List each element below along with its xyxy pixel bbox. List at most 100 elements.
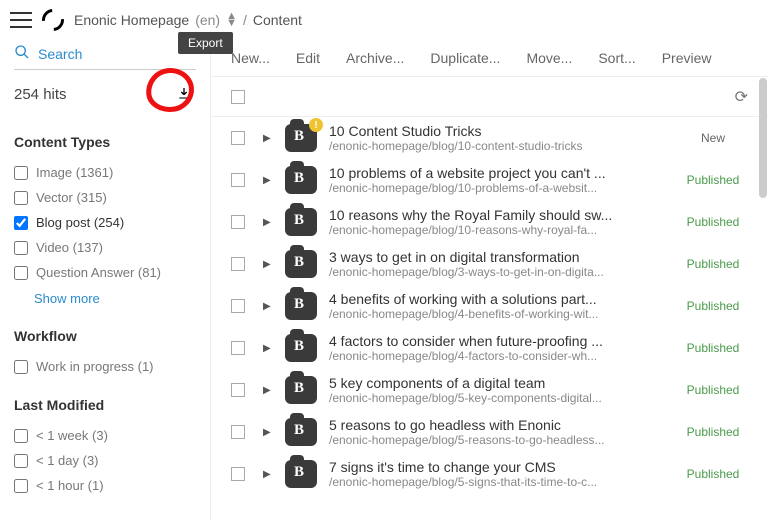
content-type-icon: B: [285, 334, 317, 362]
expand-icon[interactable]: ▶: [263, 427, 273, 438]
facet-checkbox[interactable]: [14, 166, 28, 180]
row-checkbox[interactable]: [231, 299, 245, 313]
table-row[interactable]: ▶ B 4 benefits of working with a solutio…: [211, 285, 768, 327]
facet-item[interactable]: Video (137): [14, 235, 196, 260]
facet-checkbox[interactable]: [14, 191, 28, 205]
export-tooltip: Export: [178, 40, 210, 54]
facet-checkbox[interactable]: [14, 429, 28, 443]
facet-checkbox[interactable]: [14, 360, 28, 374]
expand-icon[interactable]: ▶: [263, 259, 273, 270]
facet-item[interactable]: < 1 week (3): [14, 423, 196, 448]
select-all-checkbox[interactable]: [231, 90, 245, 104]
facet-item[interactable]: Work in progress (1): [14, 354, 196, 379]
list-header: ⟳: [211, 77, 768, 117]
sidebar: ✕ 254 hits Export Content Types Image (1…: [0, 40, 210, 520]
row-path: /enonic-homepage/blog/5-key-components-d…: [329, 391, 666, 405]
sort-button[interactable]: Sort...: [598, 50, 635, 66]
table-row[interactable]: ▶ B 7 signs it's time to change your CMS…: [211, 453, 768, 495]
row-path: /enonic-homepage/blog/10-content-studio-…: [329, 139, 666, 153]
row-checkbox[interactable]: [231, 425, 245, 439]
row-text: 3 ways to get in on digital transformati…: [329, 249, 666, 279]
facet-item[interactable]: Question Answer (81): [14, 260, 196, 285]
content-type-icon: B: [285, 208, 317, 236]
row-text: 10 Content Studio Tricks /enonic-homepag…: [329, 123, 666, 153]
status-badge: Published: [678, 299, 748, 313]
row-path: /enonic-homepage/blog/3-ways-to-get-in-o…: [329, 265, 666, 279]
content-type-icon: B: [285, 418, 317, 446]
menu-icon[interactable]: [10, 12, 32, 28]
facet-item[interactable]: Vector (315): [14, 185, 196, 210]
row-path: /enonic-homepage/blog/5-reasons-to-go-he…: [329, 433, 666, 447]
facet-label: < 1 hour (1): [36, 478, 104, 493]
table-row[interactable]: ▶ B 10 problems of a website project you…: [211, 159, 768, 201]
section-name[interactable]: Content: [253, 12, 302, 28]
expand-icon[interactable]: ▶: [263, 385, 273, 396]
expand-icon[interactable]: ▶: [263, 175, 273, 186]
export-button[interactable]: [172, 82, 196, 106]
status-badge: Published: [678, 173, 748, 187]
facet-item[interactable]: < 1 day (3): [14, 448, 196, 473]
preview-button[interactable]: Preview: [662, 50, 712, 66]
table-row[interactable]: ▶ B! 10 Content Studio Tricks /enonic-ho…: [211, 117, 768, 159]
facet-label: < 1 week (3): [36, 428, 108, 443]
row-checkbox[interactable]: [231, 257, 245, 271]
content-type-icon: B: [285, 376, 317, 404]
expand-icon[interactable]: ▶: [263, 343, 273, 354]
facet-checkbox[interactable]: [14, 479, 28, 493]
facet-label: Vector (315): [36, 190, 107, 205]
row-text: 10 reasons why the Royal Family should s…: [329, 207, 666, 237]
project-name[interactable]: Enonic Homepage: [74, 12, 189, 28]
table-row[interactable]: ▶ B 4 factors to consider when future-pr…: [211, 327, 768, 369]
row-path: /enonic-homepage/blog/5-signs-that-its-t…: [329, 475, 666, 489]
table-row[interactable]: ▶ B 10 reasons why the Royal Family shou…: [211, 201, 768, 243]
search-field[interactable]: ✕: [14, 40, 196, 70]
row-title: 10 reasons why the Royal Family should s…: [329, 207, 666, 223]
row-checkbox[interactable]: [231, 173, 245, 187]
toolbar: New... Edit Archive... Duplicate... Move…: [211, 40, 768, 77]
row-text: 7 signs it's time to change your CMS /en…: [329, 459, 666, 489]
move-button[interactable]: Move...: [526, 50, 572, 66]
facet-checkbox[interactable]: [14, 454, 28, 468]
row-path: /enonic-homepage/blog/4-benefits-of-work…: [329, 307, 666, 321]
row-title: 4 benefits of working with a solutions p…: [329, 291, 666, 307]
facet-checkbox[interactable]: [14, 216, 28, 230]
expand-icon[interactable]: ▶: [263, 301, 273, 312]
archive-button[interactable]: Archive...: [346, 50, 404, 66]
table-row[interactable]: ▶ B 5 reasons to go headless with Enonic…: [211, 411, 768, 453]
row-title: 5 key components of a digital team: [329, 375, 666, 391]
row-checkbox[interactable]: [231, 383, 245, 397]
row-checkbox[interactable]: [231, 467, 245, 481]
new-button[interactable]: New...: [231, 50, 270, 66]
facet-item[interactable]: < 1 hour (1): [14, 473, 196, 498]
facet-label: Image (1361): [36, 165, 113, 180]
facet-label: Video (137): [36, 240, 103, 255]
status-badge: Published: [678, 383, 748, 397]
show-more-link[interactable]: Show more: [14, 285, 196, 310]
facet-checkbox[interactable]: [14, 241, 28, 255]
edit-button[interactable]: Edit: [296, 50, 320, 66]
duplicate-button[interactable]: Duplicate...: [430, 50, 500, 66]
facet-label: < 1 day (3): [36, 453, 99, 468]
row-checkbox[interactable]: [231, 341, 245, 355]
table-row[interactable]: ▶ B 5 key components of a digital team /…: [211, 369, 768, 411]
facet-item[interactable]: Image (1361): [14, 160, 196, 185]
expand-icon[interactable]: ▶: [263, 133, 273, 144]
expand-icon[interactable]: ▶: [263, 469, 273, 480]
refresh-icon[interactable]: ⟳: [735, 87, 748, 107]
facet-checkbox[interactable]: [14, 266, 28, 280]
status-badge: Published: [678, 215, 748, 229]
row-title: 7 signs it's time to change your CMS: [329, 459, 666, 475]
status-badge: Published: [678, 425, 748, 439]
scrollbar[interactable]: [758, 78, 768, 520]
project-switcher-icon[interactable]: ▲▼: [226, 13, 237, 27]
facet-label: Question Answer (81): [36, 265, 161, 280]
row-text: 4 factors to consider when future-proofi…: [329, 333, 666, 363]
status-badge: Published: [678, 341, 748, 355]
row-checkbox[interactable]: [231, 215, 245, 229]
expand-icon[interactable]: ▶: [263, 217, 273, 228]
table-row[interactable]: ▶ B 3 ways to get in on digital transfor…: [211, 243, 768, 285]
content-list: ▶ B! 10 Content Studio Tricks /enonic-ho…: [211, 117, 768, 520]
facet-item[interactable]: Blog post (254): [14, 210, 196, 235]
row-checkbox[interactable]: [231, 131, 245, 145]
top-bar: Enonic Homepage (en) ▲▼ / Content: [0, 0, 768, 40]
